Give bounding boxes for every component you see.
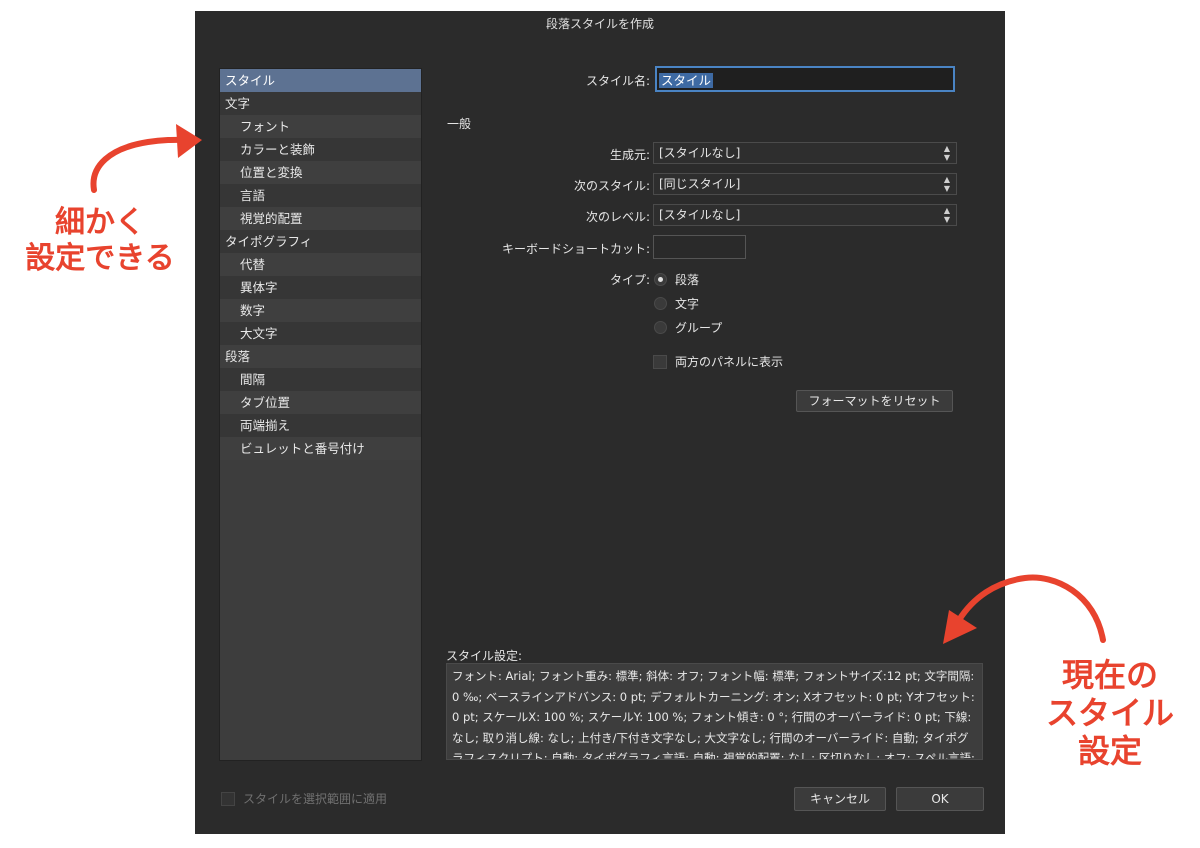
style-name-input[interactable]: スタイル: [655, 66, 955, 92]
left-annotation-line1: 細かく: [55, 205, 145, 240]
left-annotation: 細かく 設定できる: [16, 205, 184, 277]
cancel-button[interactable]: キャンセル: [794, 787, 886, 811]
type-option-label: 文字: [675, 296, 700, 311]
sidebar-item[interactable]: 文字: [220, 92, 421, 115]
sidebar-item[interactable]: フォント: [220, 115, 421, 138]
category-sidebar: スタイル 文字 フォント カラーと装飾 位置と変換 言語 視覚的配置 タイポグラフィ 代替 異体字…: [219, 68, 422, 761]
general-section-title: 一般: [447, 117, 472, 131]
type-option-label: グループ: [675, 320, 723, 335]
based-on-select[interactable]: [スタイルなし] ▲ ▼: [653, 142, 957, 164]
sidebar-item[interactable]: 位置と変換: [220, 161, 421, 184]
type-radio-character[interactable]: 文字: [654, 294, 699, 312]
sidebar-item[interactable]: 両端揃え: [220, 414, 421, 437]
sidebar-item[interactable]: 視覚的配置: [220, 207, 421, 230]
style-settings-summary: フォント: Arial; フォント重み: 標準; 斜体: オフ; フォント幅: …: [446, 663, 983, 760]
sidebar-item[interactable]: 異体字: [220, 276, 421, 299]
create-paragraph-style-dialog: 段落スタイルを作成 スタイル 文字 フォント カラーと装飾 位置と変換 言語 視覚的配置 タイ…: [195, 11, 1005, 834]
sidebar-item[interactable]: 間隔: [220, 368, 421, 391]
next-style-label: 次のスタイル:: [573, 179, 650, 193]
sidebar-item[interactable]: 代替: [220, 253, 421, 276]
based-on-value: [スタイルなし]: [659, 146, 741, 160]
radio-icon[interactable]: [654, 296, 667, 310]
select-arrows-icon: ▲ ▼: [943, 206, 950, 224]
keyboard-shortcut-field[interactable]: [653, 235, 746, 259]
ok-button[interactable]: OK: [896, 787, 984, 811]
next-level-label: 次のレベル:: [585, 210, 650, 224]
next-style-value: [同じスタイル]: [659, 177, 741, 191]
sidebar-item[interactable]: 言語: [220, 184, 421, 207]
style-settings-label: スタイル設定:: [446, 649, 523, 663]
sidebar-item[interactable]: スタイル: [220, 69, 421, 92]
type-option-label: 段落: [675, 272, 700, 287]
next-style-select[interactable]: [同じスタイル] ▲ ▼: [653, 173, 957, 195]
apply-to-selection-checkbox[interactable]: [221, 791, 235, 806]
type-label: タイプ:: [609, 273, 650, 287]
right-annotation-line1: 現在の: [1061, 656, 1158, 694]
next-level-value: [スタイルなし]: [659, 208, 741, 222]
select-arrows-icon: ▲ ▼: [943, 175, 950, 193]
next-level-select[interactable]: [スタイルなし] ▲ ▼: [653, 204, 957, 226]
sidebar-item[interactable]: カラーと装飾: [220, 138, 421, 161]
dialog-title: 段落スタイルを作成: [545, 17, 654, 31]
radio-icon[interactable]: [654, 320, 667, 334]
radio-selected-icon[interactable]: [654, 272, 667, 286]
apply-to-selection-label: スタイルを選択範囲に適用: [243, 792, 388, 806]
right-annotation-line3: 設定: [1077, 732, 1142, 770]
based-on-label: 生成元:: [609, 148, 650, 162]
right-annotation: 現在の スタイル 設定: [1030, 656, 1190, 770]
sidebar-item[interactable]: タブ位置: [220, 391, 421, 414]
select-arrows-icon: ▲ ▼: [943, 144, 950, 162]
style-name-value: スタイル: [659, 73, 714, 88]
reset-format-button[interactable]: フォーマットをリセット: [796, 390, 953, 412]
show-both-panels-checkbox[interactable]: [653, 354, 667, 369]
show-both-panels-option[interactable]: 両方のパネルに表示: [653, 353, 783, 370]
apply-to-selection-option[interactable]: スタイルを選択範囲に適用: [221, 790, 387, 807]
sidebar-item[interactable]: タイポグラフィ: [220, 230, 421, 253]
type-radio-group[interactable]: グループ: [654, 318, 722, 336]
sidebar-item[interactable]: 数字: [220, 299, 421, 322]
sidebar-item[interactable]: 段落: [220, 345, 421, 368]
sidebar-item[interactable]: ビュレットと番号付け: [220, 437, 421, 460]
shortcut-label: キーボードショートカット:: [501, 242, 650, 256]
sidebar-item[interactable]: 大文字: [220, 322, 421, 345]
right-annotation-line2: スタイル: [1045, 694, 1174, 732]
type-radio-paragraph[interactable]: 段落: [654, 270, 699, 288]
left-arrow-icon: [90, 124, 202, 193]
style-name-label: スタイル名:: [585, 74, 650, 88]
left-annotation-line2: 設定できる: [25, 241, 175, 276]
right-arrow-icon: [943, 574, 1106, 644]
show-both-panels-label: 両方のパネルに表示: [675, 355, 784, 369]
